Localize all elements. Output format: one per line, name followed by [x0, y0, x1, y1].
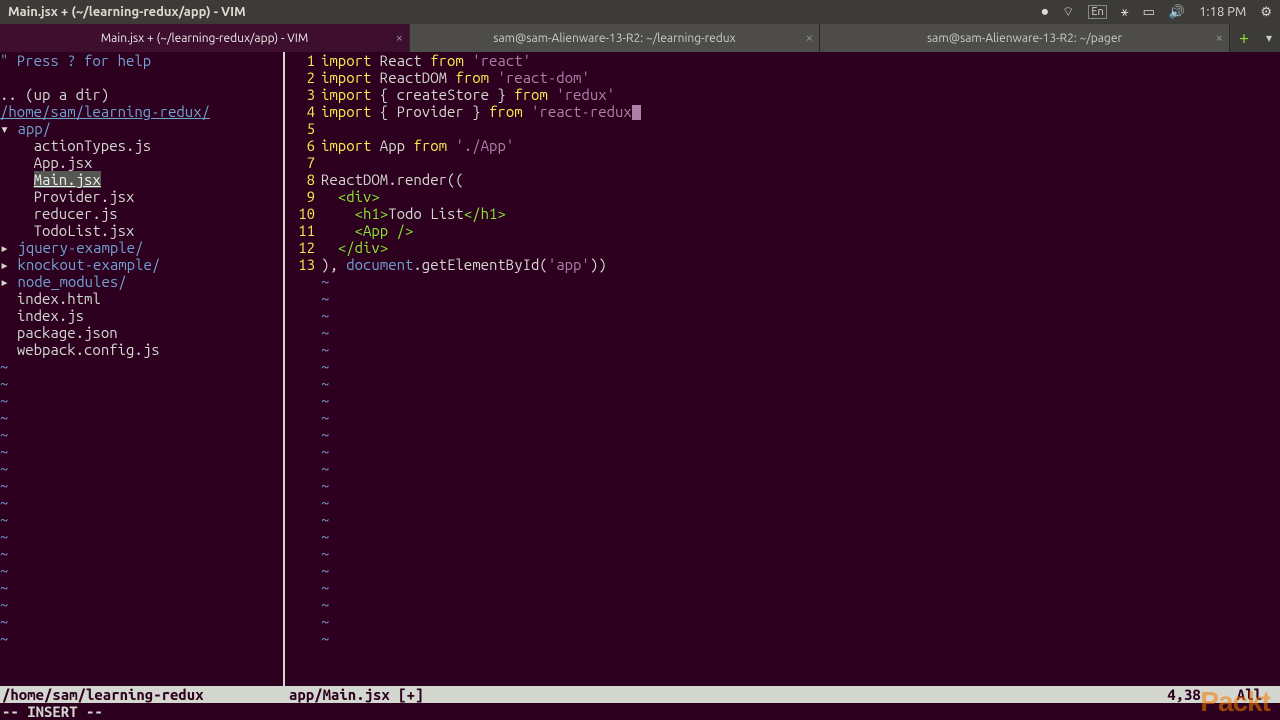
battery-icon[interactable]: ▭: [1143, 5, 1155, 20]
close-icon[interactable]: ×: [806, 31, 813, 45]
volume-icon[interactable]: 🔊: [1169, 5, 1185, 20]
terminal-tabbar: Main.jsx + (~/learning-redux/app) - VIM ×…: [0, 24, 1280, 52]
language-indicator[interactable]: En: [1088, 5, 1106, 19]
close-icon[interactable]: ×: [1216, 31, 1223, 45]
tab-menu-button[interactable]: ▾: [1258, 24, 1280, 52]
terminal-tab[interactable]: Main.jsx + (~/learning-redux/app) - VIM ×: [0, 24, 410, 52]
window-title: Main.jsx + (~/learning-redux/app) - VIM: [8, 5, 246, 19]
terminal-body: " Press ? for help .. (up a dir) /home/s…: [0, 52, 1280, 720]
terminal-tab[interactable]: sam@sam-Alienware-13-R2: ~/pager ×: [820, 24, 1230, 52]
window-titlebar: Main.jsx + (~/learning-redux/app) - VIM …: [0, 0, 1280, 24]
status-cwd: /home/sam/learning-redux: [0, 686, 285, 703]
tab-label: sam@sam-Alienware-13-R2: ~/learning-redu…: [493, 32, 735, 45]
record-icon[interactable]: ⏺: [1042, 5, 1049, 20]
line-gutter: 1 2 3 4 5 6 7 8 9 10 11 12 13: [285, 52, 321, 720]
vim-statusbar: /home/sam/learning-redux app/Main.jsx [+…: [0, 686, 1280, 703]
clock[interactable]: 1:18 PM: [1199, 5, 1246, 19]
gear-icon[interactable]: ⚙: [1260, 5, 1272, 20]
vim-mode: -- INSERT --: [0, 703, 1280, 720]
system-tray: ⏺ ⌔ En ⚹ ▭ 🔊 1:18 PM ⚙: [1042, 4, 1272, 20]
bluetooth-icon[interactable]: ⚹: [1121, 5, 1129, 20]
tab-label: sam@sam-Alienware-13-R2: ~/pager: [927, 32, 1122, 45]
close-icon[interactable]: ×: [396, 31, 403, 45]
new-tab-button[interactable]: +: [1230, 24, 1258, 52]
editor-pane[interactable]: 1 2 3 4 5 6 7 8 9 10 11 12 13 import Rea…: [285, 52, 1280, 720]
tab-label: Main.jsx + (~/learning-redux/app) - VIM: [101, 32, 309, 45]
watermark: Packt: [1200, 686, 1270, 718]
wifi-icon[interactable]: ⌔: [1062, 4, 1074, 20]
nerdtree-sidebar[interactable]: " Press ? for help .. (up a dir) /home/s…: [0, 52, 285, 720]
terminal-tab[interactable]: sam@sam-Alienware-13-R2: ~/learning-redu…: [410, 24, 820, 52]
code-area[interactable]: import React from 'react' import ReactDO…: [321, 52, 1280, 720]
status-file: app/Main.jsx [+]: [285, 686, 1167, 703]
